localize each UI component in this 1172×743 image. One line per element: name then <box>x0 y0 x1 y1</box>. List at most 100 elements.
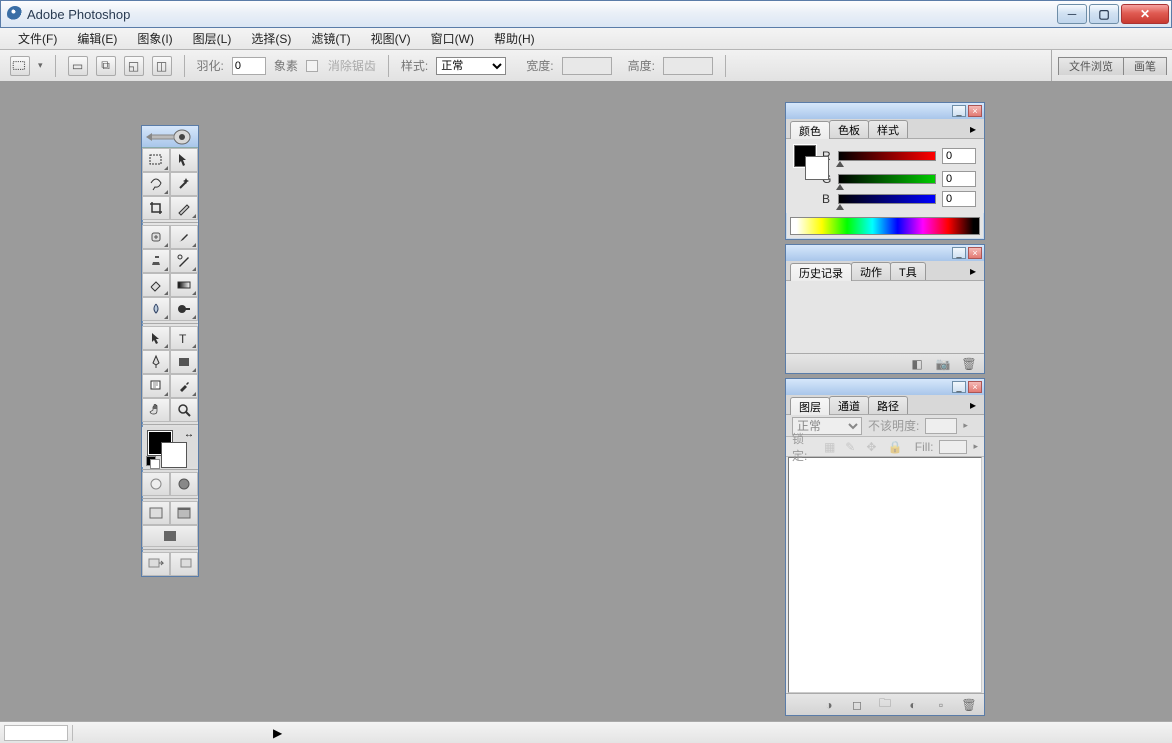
zoom-tool[interactable] <box>170 398 198 422</box>
toolbox-panel[interactable]: T ↔ <box>141 125 199 577</box>
opacity-arrow-icon[interactable]: ▸ <box>963 420 968 431</box>
healing-brush-tool[interactable] <box>142 225 170 249</box>
panel-minimize-button[interactable]: _ <box>952 105 966 117</box>
standard-mode-button[interactable] <box>142 472 170 496</box>
width-input[interactable] <box>562 57 612 75</box>
clone-stamp-tool[interactable] <box>142 249 170 273</box>
tab-swatches[interactable]: 色板 <box>829 120 869 138</box>
tab-styles[interactable]: 样式 <box>868 120 908 138</box>
move-tool[interactable] <box>170 148 198 172</box>
menu-help[interactable]: 帮助(H) <box>484 28 545 49</box>
dock-tab-brushes[interactable]: 画笔 <box>1123 57 1167 75</box>
jump-other-button[interactable] <box>170 552 198 576</box>
brush-tool[interactable] <box>170 225 198 249</box>
new-snapshot-icon[interactable]: 📷 <box>934 357 952 371</box>
panel-close-button[interactable]: × <box>968 105 982 117</box>
subtract-selection-button[interactable]: ◱ <box>124 56 144 76</box>
tab-history[interactable]: 历史记录 <box>790 263 852 281</box>
menu-select[interactable]: 选择(S) <box>241 28 301 49</box>
notes-tool[interactable] <box>142 374 170 398</box>
channel-b-input[interactable] <box>942 191 976 207</box>
new-layer-icon[interactable]: ▫ <box>932 697 950 713</box>
slice-tool[interactable] <box>170 196 198 220</box>
type-tool[interactable]: T <box>170 326 198 350</box>
jump-imageready-button[interactable] <box>142 552 170 576</box>
style-select[interactable]: 正常 <box>436 57 506 75</box>
lock-image-icon[interactable]: ✎ <box>845 440 860 454</box>
add-selection-button[interactable]: ⧉ <box>96 56 116 76</box>
menu-window[interactable]: 窗口(W) <box>421 28 484 49</box>
gradient-tool[interactable] <box>170 273 198 297</box>
layer-style-icon[interactable]: ◑ <box>820 697 838 713</box>
magic-wand-tool[interactable] <box>170 172 198 196</box>
tool-preset-button[interactable] <box>10 56 30 76</box>
panel-close-button[interactable]: × <box>968 381 982 393</box>
panel-menu-icon[interactable]: ▸ <box>966 264 980 278</box>
tab-paths[interactable]: 路径 <box>868 396 908 414</box>
channel-r-input[interactable] <box>942 148 976 164</box>
intersect-selection-button[interactable]: ◫ <box>152 56 172 76</box>
panel-minimize-button[interactable]: _ <box>952 247 966 259</box>
new-selection-button[interactable]: ▭ <box>68 56 88 76</box>
menu-file[interactable]: 文件(F) <box>8 28 67 49</box>
fill-input[interactable] <box>939 440 967 454</box>
channel-r-slider[interactable] <box>838 151 936 161</box>
feather-input[interactable] <box>232 57 266 75</box>
panel-minimize-button[interactable]: _ <box>952 381 966 393</box>
channel-g-slider[interactable] <box>838 174 936 184</box>
opacity-input[interactable] <box>925 418 957 434</box>
screen-full-menubar-button[interactable] <box>170 501 198 525</box>
color-spectrum[interactable] <box>790 217 980 235</box>
toolbox-header[interactable] <box>142 126 198 148</box>
adjustment-layer-icon[interactable]: ◐ <box>904 697 922 713</box>
tab-channels[interactable]: 通道 <box>829 396 869 414</box>
history-panel[interactable]: _ × 历史记录 动作 T具 ▸ ◧ 📷 🗑 <box>785 244 985 374</box>
color-panel[interactable]: _ × 颜色 色板 样式 ▸ R G B <box>785 102 985 240</box>
layers-list[interactable] <box>788 457 982 693</box>
tool-preset-arrow-icon[interactable]: ▾ <box>38 60 43 71</box>
marquee-tool[interactable] <box>142 148 170 172</box>
panel-menu-icon[interactable]: ▸ <box>966 122 980 136</box>
background-color-swatch[interactable] <box>162 443 186 467</box>
history-brush-tool[interactable] <box>170 249 198 273</box>
lock-transparency-icon[interactable]: ▦ <box>824 440 839 454</box>
dock-tab-file-browser[interactable]: 文件浏览 <box>1058 57 1124 75</box>
quickmask-mode-button[interactable] <box>170 472 198 496</box>
layers-panel[interactable]: _ × 图层 通道 路径 ▸ 正常 不该明度: ▸ 锁定: ▦ ✎ ✥ 🔒 <box>785 378 985 716</box>
tab-tools[interactable]: T具 <box>890 262 926 280</box>
delete-state-icon[interactable]: 🗑 <box>960 357 978 371</box>
layer-mask-icon[interactable]: ◻ <box>848 697 866 713</box>
minimize-button[interactable]: ─ <box>1057 4 1087 24</box>
panel-menu-icon[interactable]: ▸ <box>966 398 980 412</box>
menu-image[interactable]: 图象(I) <box>127 28 182 49</box>
channel-b-slider[interactable] <box>838 194 936 204</box>
fill-arrow-icon[interactable]: ▸ <box>973 441 978 452</box>
eraser-tool[interactable] <box>142 273 170 297</box>
maximize-button[interactable]: ▢ <box>1089 4 1119 24</box>
screen-standard-button[interactable] <box>142 501 170 525</box>
screen-full-button[interactable] <box>142 525 198 547</box>
tab-layers[interactable]: 图层 <box>790 397 830 415</box>
tab-actions[interactable]: 动作 <box>851 262 891 280</box>
eyedropper-tool[interactable] <box>170 374 198 398</box>
antialias-checkbox[interactable] <box>306 60 318 72</box>
zoom-field[interactable] <box>4 725 68 741</box>
color-preview-swatch[interactable] <box>794 145 816 167</box>
height-input[interactable] <box>663 57 713 75</box>
hand-tool[interactable] <box>142 398 170 422</box>
menu-edit[interactable]: 编辑(E) <box>67 28 127 49</box>
pen-tool[interactable] <box>142 350 170 374</box>
dodge-tool[interactable] <box>170 297 198 321</box>
status-menu-arrow-icon[interactable]: ▶ <box>273 726 282 740</box>
lock-all-icon[interactable]: 🔒 <box>888 440 903 454</box>
menu-view[interactable]: 视图(V) <box>361 28 421 49</box>
delete-layer-icon[interactable]: 🗑 <box>960 697 978 713</box>
blur-tool[interactable] <box>142 297 170 321</box>
menu-layer[interactable]: 图层(L) <box>183 28 242 49</box>
lock-position-icon[interactable]: ✥ <box>866 440 881 454</box>
new-document-from-state-icon[interactable]: ◧ <box>908 357 926 371</box>
crop-tool[interactable] <box>142 196 170 220</box>
swap-colors-icon[interactable]: ↔ <box>184 429 194 440</box>
channel-g-input[interactable] <box>942 171 976 187</box>
close-button[interactable]: ✕ <box>1121 4 1169 24</box>
